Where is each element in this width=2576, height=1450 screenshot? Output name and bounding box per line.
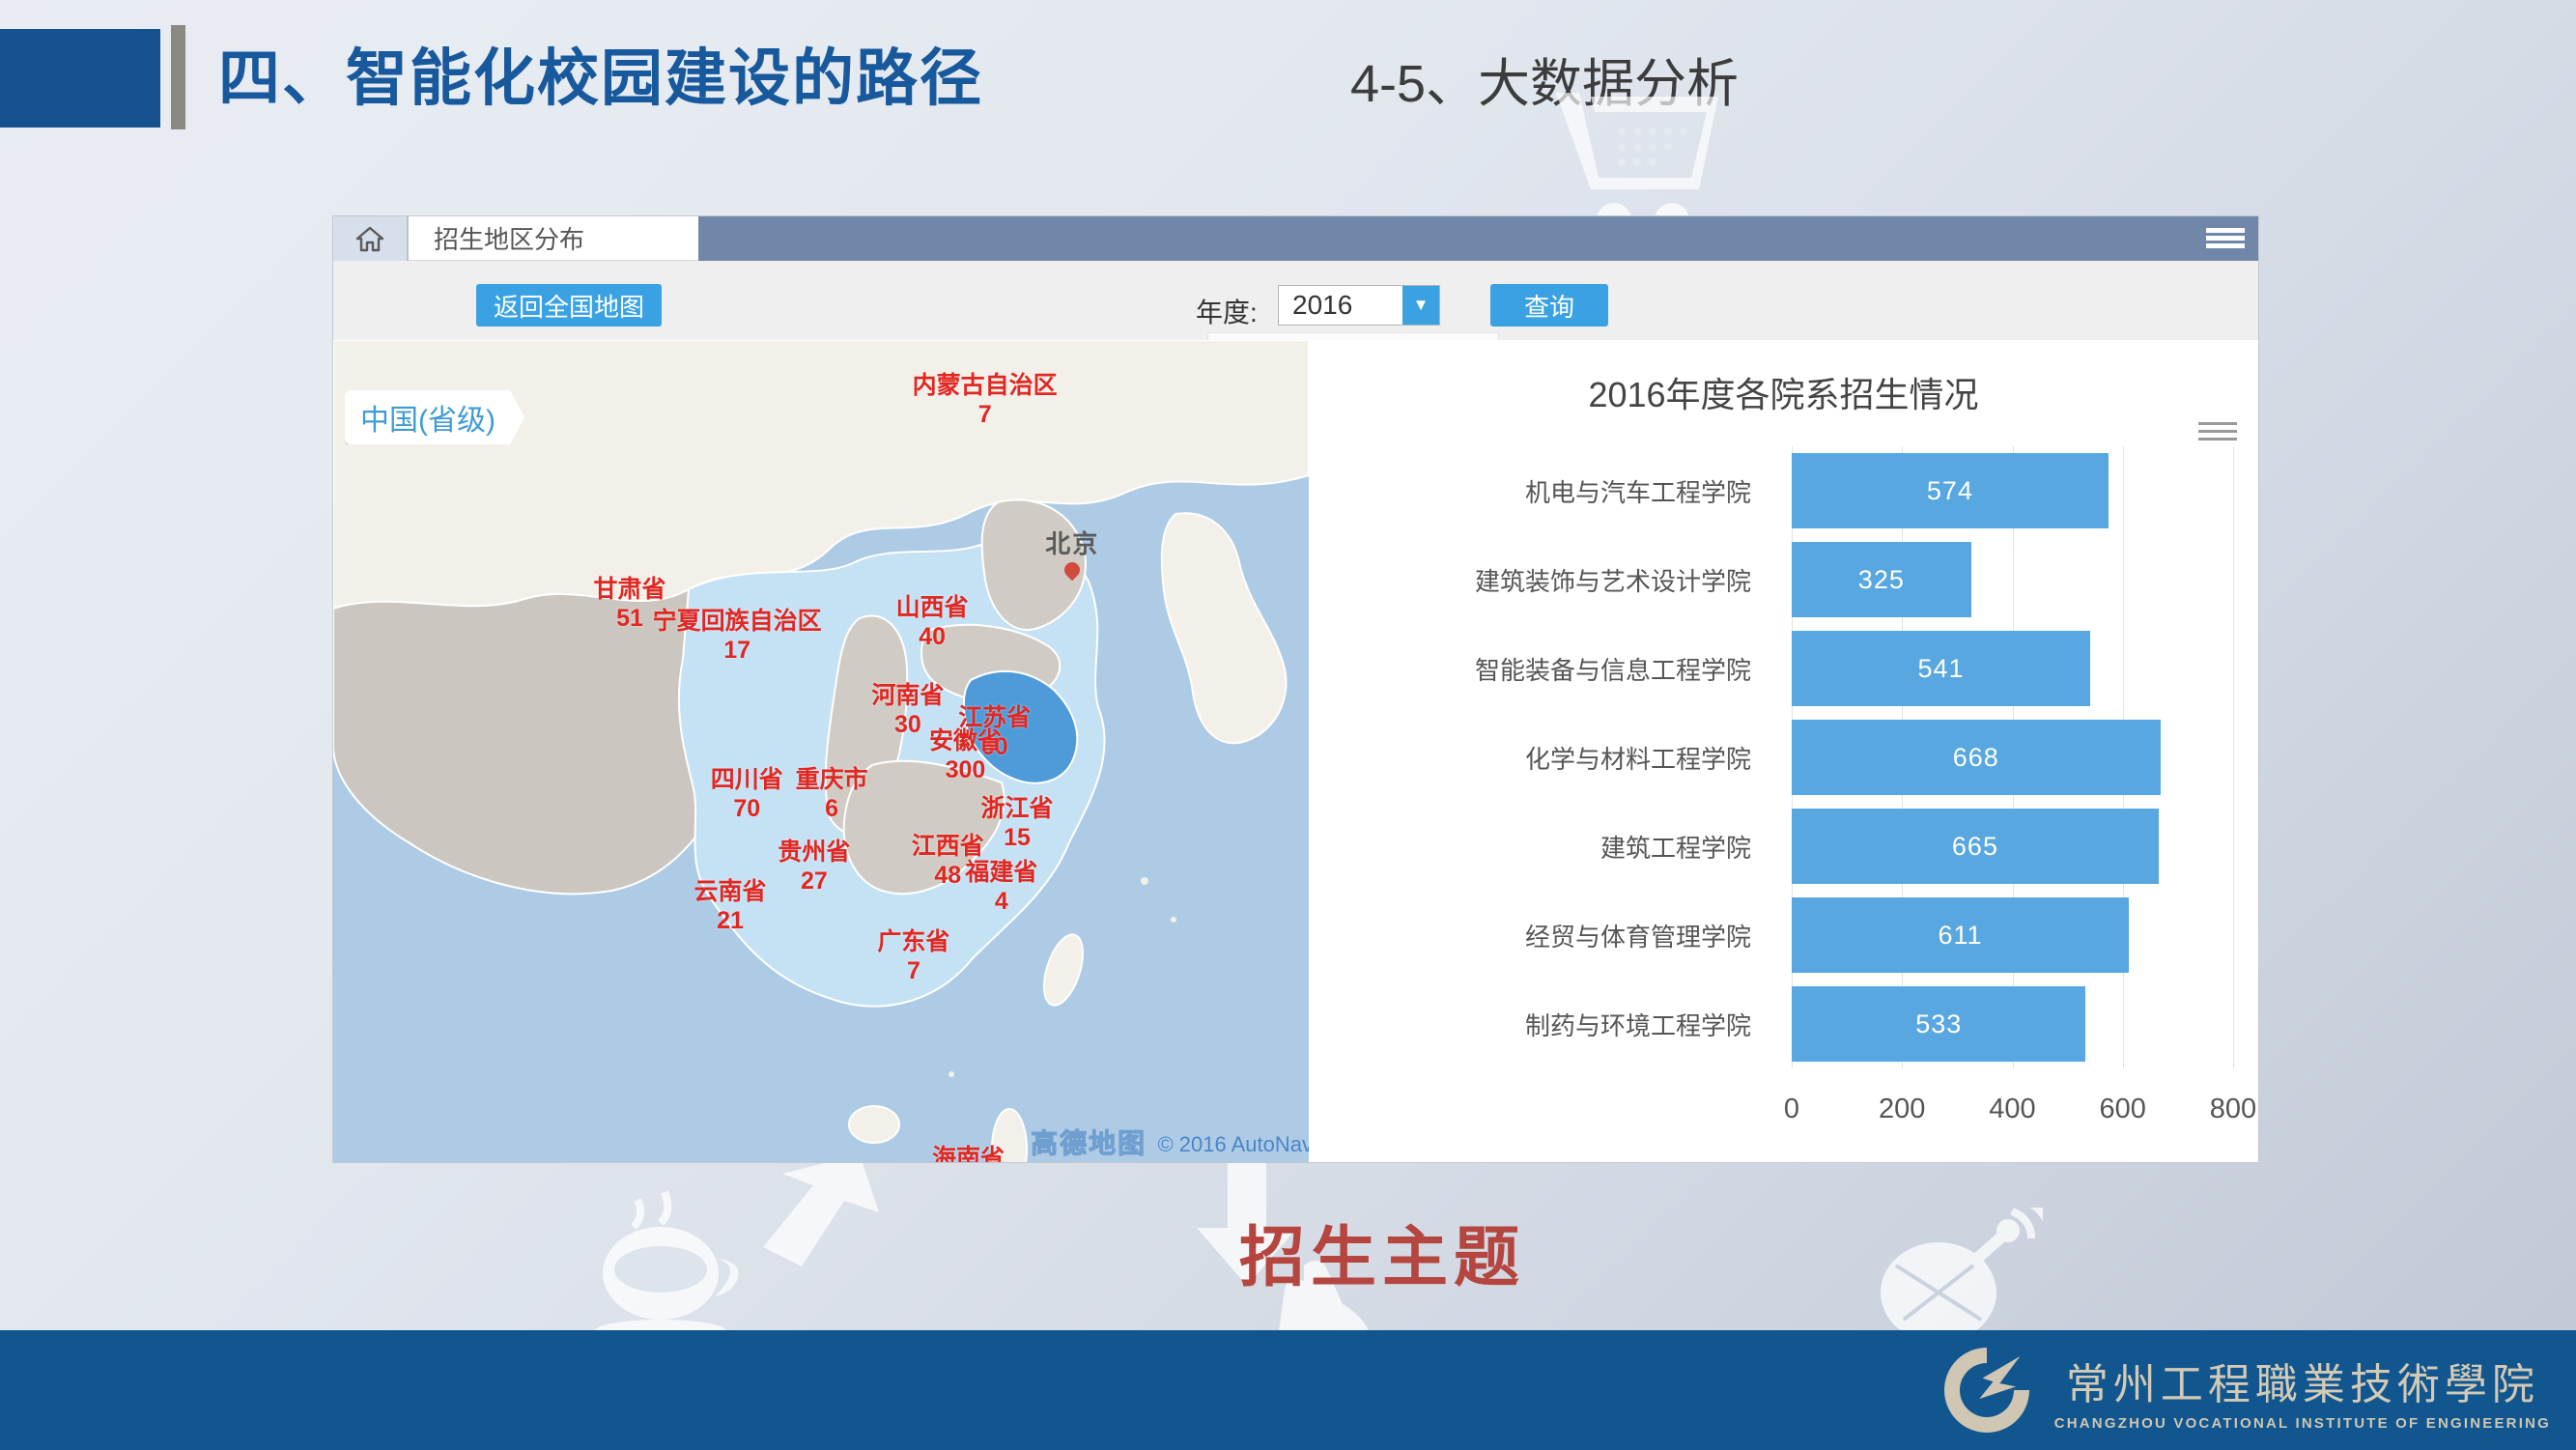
bar-value-label: 574 xyxy=(1927,476,1973,506)
province-label: 云南省21 xyxy=(694,877,767,935)
province-label: 内蒙古自治区7 xyxy=(913,371,1058,429)
category-axis: 机电与汽车工程学院建筑装饰与艺术设计学院智能装备与信息工程学院化学与材料工程学院… xyxy=(1309,446,1770,1068)
bar-row: 325 xyxy=(1792,535,2233,624)
category-label: 化学与材料工程学院 xyxy=(1309,713,1770,802)
bar-value-label: 665 xyxy=(1952,832,1998,862)
province-label: 山西省40 xyxy=(896,593,969,651)
x-tick-label: 400 xyxy=(1989,1094,2035,1125)
institute-name-en: CHANGZHOU VOCATIONAL INSTITUTE OF ENGINE… xyxy=(2054,1415,2551,1432)
bar-value-label: 668 xyxy=(1953,743,1999,773)
category-label: 制药与环境工程学院 xyxy=(1309,980,1770,1068)
bar-value-label: 611 xyxy=(1938,921,1982,951)
map-copyright: © 2016 AutoNavi xyxy=(1157,1132,1309,1157)
bar-row: 665 xyxy=(1792,802,2233,891)
slide-caption: 招生主题 xyxy=(1239,1204,1525,1299)
chart-menu-icon[interactable] xyxy=(2198,417,2237,445)
bar[interactable]: 611 xyxy=(1792,897,2129,973)
bar-row: 668 xyxy=(1792,713,2233,802)
category-label: 建筑装饰与艺术设计学院 xyxy=(1309,535,1770,624)
province-label: 四川省70 xyxy=(711,765,783,823)
bar-value-label: 533 xyxy=(1915,1009,1962,1039)
province-label: 安徽省300 xyxy=(929,726,1002,784)
dashboard-toolbar: 返回全国地图 年度: 2016 ▼ 查询 xyxy=(333,261,2258,340)
menu-icon[interactable] xyxy=(2206,225,2245,251)
dashboard-topbar: 招生地区分布 xyxy=(333,216,2258,261)
back-to-national-map-button[interactable]: 返回全国地图 xyxy=(476,284,662,327)
x-axis: 0200400600800 xyxy=(1792,1094,2233,1132)
gridline xyxy=(2233,446,2234,1068)
province-label: 福建省4 xyxy=(965,858,1037,916)
title-accent-bar xyxy=(171,25,185,129)
bar-row: 533 xyxy=(1792,980,2233,1068)
coffee-cup-watermark-icon xyxy=(580,1188,753,1352)
bar[interactable]: 325 xyxy=(1792,542,1971,617)
x-tick-label: 0 xyxy=(1784,1094,1799,1125)
bar-row: 574 xyxy=(1792,446,2233,535)
china-map-graphic xyxy=(333,340,1309,1162)
bar-row: 541 xyxy=(1792,624,2233,713)
x-tick-label: 200 xyxy=(1879,1094,1925,1125)
bar[interactable]: 574 xyxy=(1792,453,2109,528)
chevron-down-icon[interactable]: ▼ xyxy=(1402,286,1439,325)
institute-name-cn: 常州工程職業技術學院 xyxy=(2054,1350,2551,1411)
home-icon xyxy=(355,225,384,252)
arrow-down-left-watermark-icon xyxy=(744,1154,889,1280)
institute-emblem-icon xyxy=(1937,1340,2037,1440)
institute-logo: 常州工程職業技術學院 CHANGZHOU VOCATIONAL INSTITUT… xyxy=(1937,1340,2551,1440)
title-accent-square xyxy=(0,29,160,128)
province-label: 浙江省15 xyxy=(980,794,1053,852)
dashboard-content: 中国(省级) 北京 内蒙古自治区7甘肃省51宁夏回族自治区17山西省40河南省3… xyxy=(333,340,2258,1162)
map-provider-watermark: 高德地图 xyxy=(1031,1123,1146,1161)
bar[interactable]: 541 xyxy=(1792,631,2090,706)
tab-enrollment-region[interactable]: 招生地区分布 xyxy=(409,216,698,261)
presentation-slide: 四、智能化校园建设的路径 4-5、大数据分析 招生地区分布 xyxy=(0,0,2576,1450)
footer-bar: 常州工程職業技術學院 CHANGZHOU VOCATIONAL INSTITUT… xyxy=(0,1330,2576,1450)
slide-title: 四、智能化校园建设的路径 xyxy=(218,29,983,118)
beijing-city-label: 北京 xyxy=(1045,525,1099,578)
province-label: 贵州省27 xyxy=(778,838,850,896)
year-field-label: 年度: xyxy=(1196,292,1258,330)
bar-value-label: 325 xyxy=(1858,565,1905,595)
query-button[interactable]: 查询 xyxy=(1490,284,1608,327)
x-tick-label: 600 xyxy=(2100,1094,2146,1125)
bar-value-label: 541 xyxy=(1917,654,1964,684)
province-label: 重庆市6 xyxy=(796,765,868,823)
province-label: 宁夏回族自治区17 xyxy=(653,607,822,665)
category-label: 智能装备与信息工程学院 xyxy=(1309,624,1770,713)
province-label: 广东省7 xyxy=(877,927,949,985)
map-level-badge[interactable]: 中国(省级) xyxy=(345,390,524,444)
category-label: 建筑工程学院 xyxy=(1309,802,1770,891)
province-label: 海南省 xyxy=(932,1144,1005,1162)
bar[interactable]: 533 xyxy=(1792,986,2085,1062)
china-map-panel[interactable]: 中国(省级) 北京 内蒙古自治区7甘肃省51宁夏回族自治区17山西省40河南省3… xyxy=(333,340,1309,1162)
x-tick-label: 800 xyxy=(2210,1094,2256,1125)
year-select[interactable]: 2016 ▼ xyxy=(1278,285,1440,326)
category-label: 机电与汽车工程学院 xyxy=(1309,446,1770,535)
bar[interactable]: 665 xyxy=(1792,809,2159,884)
bar-chart-panel: 2016年度各院系招生情况 机电与汽车工程学院建筑装饰与艺术设计学院智能装备与信… xyxy=(1309,340,2258,1162)
category-label: 经贸与体育管理学院 xyxy=(1309,891,1770,980)
year-select-value: 2016 xyxy=(1279,290,1402,321)
bar-row: 611 xyxy=(1792,891,2233,980)
bi-dashboard-window: 招生地区分布 返回全国地图 年度: 2016 ▼ 查询 xyxy=(333,216,2258,1162)
chart-title: 2016年度各院系招生情况 xyxy=(1309,367,2258,417)
home-button[interactable] xyxy=(333,216,407,261)
bar[interactable]: 668 xyxy=(1792,720,2161,795)
location-pin-icon xyxy=(1062,559,1084,582)
plot-area: 574 325 541 668 665 611 533 xyxy=(1792,446,2233,1068)
